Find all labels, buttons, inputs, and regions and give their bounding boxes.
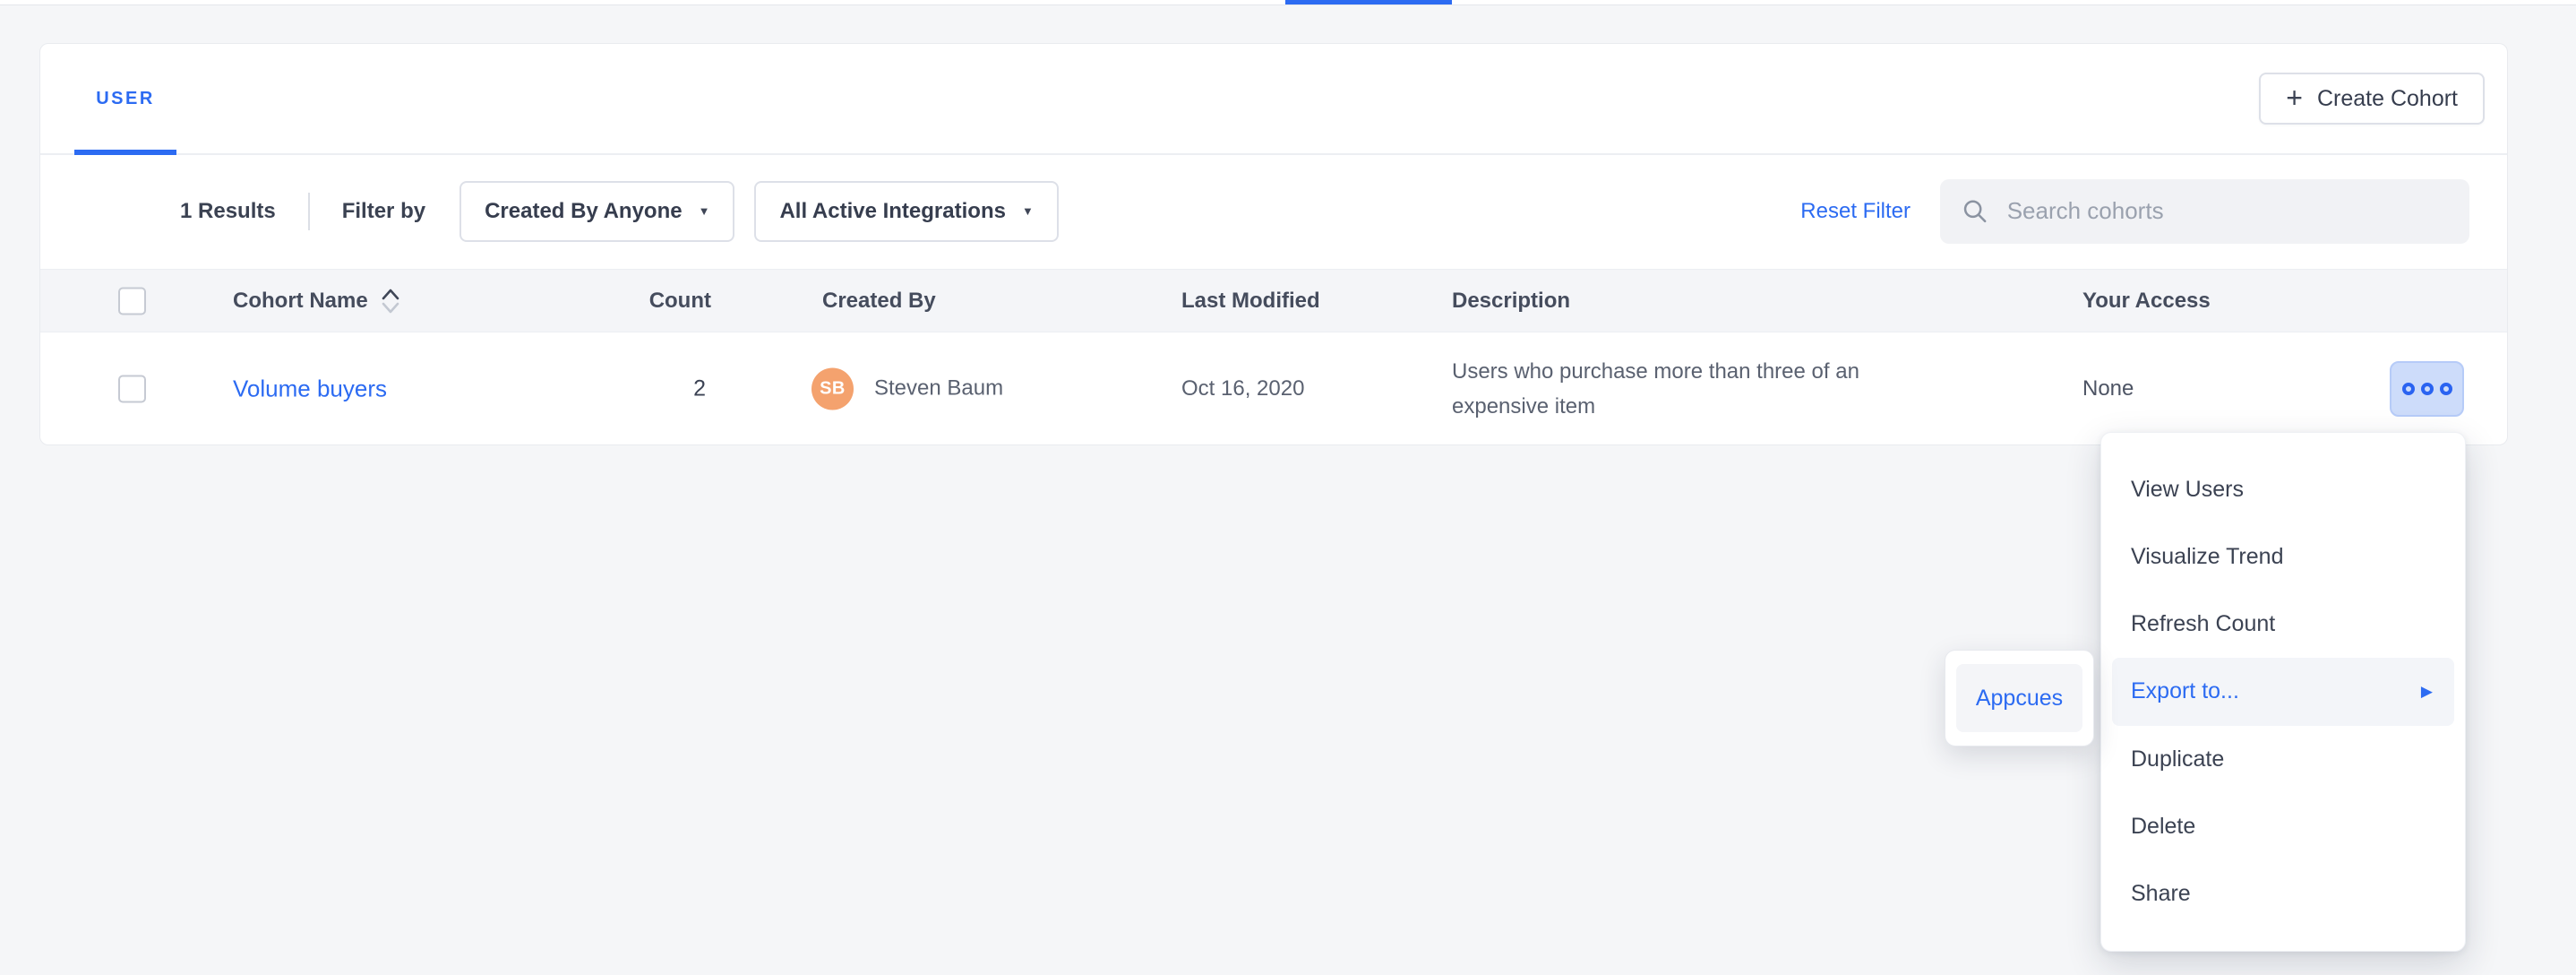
your-access-cell: None [2082,376,2134,401]
column-header-count: Count [506,289,711,314]
reset-filter-link[interactable]: Reset Filter [1800,199,1911,224]
filter-by-label: Filter by [342,199,425,224]
results-count: 1 Results [180,199,276,224]
menu-item-export-to[interactable]: Export to... ▶ [2112,658,2454,725]
select-all-checkbox[interactable] [118,287,146,315]
cohort-name-link[interactable]: Volume buyers [233,375,387,402]
created-by-name: Steven Baum [874,376,1003,401]
created-by-cell: SB Steven Baum [811,367,1003,410]
description-line: expensive item [1452,389,1980,424]
column-header-last-modified: Last Modified [1181,289,1320,314]
top-nav-strip [0,0,2576,5]
active-nav-tab-indicator [1285,0,1452,4]
sort-icon[interactable] [381,287,400,315]
menu-item-view-users[interactable]: View Users [2101,456,2465,523]
last-modified-cell: Oct 16, 2020 [1181,376,1304,401]
search-box [1940,179,2469,244]
description-cell: Users who purchase more than three of an… [1452,354,1980,424]
menu-item-duplicate[interactable]: Duplicate [2101,726,2465,793]
integrations-dropdown-label: All Active Integrations [779,199,1006,224]
submenu-item-appcues[interactable]: Appcues [1956,664,2082,732]
caret-down-icon: ▼ [699,204,710,218]
column-header-your-access: Your Access [2082,289,2211,314]
description-line: Users who purchase more than three of an [1452,354,1980,389]
table-header-row: Cohort Name Count Created By Last Modifi… [40,269,2507,332]
cohorts-page: USER + Create Cohort 1 Results Filter by… [0,0,2576,975]
avatar: SB [811,367,854,410]
created-by-dropdown[interactable]: Created By Anyone ▼ [459,181,734,242]
row-checkbox[interactable] [118,375,146,402]
submenu-arrow-icon: ▶ [2421,683,2433,701]
column-header-description: Description [1452,289,1570,314]
cohorts-card: USER + Create Cohort 1 Results Filter by… [39,43,2508,445]
created-by-dropdown-label: Created By Anyone [485,199,683,224]
menu-item-share[interactable]: Share [2101,860,2465,928]
column-header-cohort-name[interactable]: Cohort Name [233,287,400,315]
search-icon [1962,196,1989,227]
row-actions-button[interactable] [2390,361,2464,417]
create-cohort-label: Create Cohort [2317,86,2458,112]
filter-bar: 1 Results Filter by Created By Anyone ▼ … [40,153,2507,269]
row-context-menu: View Users Visualize Trend Refresh Count… [2100,432,2466,952]
tab-user[interactable]: USER [74,44,176,153]
integrations-dropdown[interactable]: All Active Integrations ▼ [754,181,1058,242]
table-row: Volume buyers 2 SB Steven Baum Oct 16, 2… [40,332,2507,444]
search-input[interactable] [2005,196,2448,226]
count-cell: 2 [506,375,706,401]
vertical-divider [308,193,310,230]
menu-item-delete[interactable]: Delete [2101,793,2465,860]
cohort-name-header-label: Cohort Name [233,289,368,314]
export-submenu: Appcues [1945,650,2094,746]
ellipsis-icon [2402,383,2452,395]
tab-bar: USER + Create Cohort [40,44,2507,155]
column-header-created-by: Created By [822,289,936,314]
caret-down-icon: ▼ [1022,204,1034,218]
menu-item-visualize-trend[interactable]: Visualize Trend [2101,523,2465,591]
export-to-label: Export to... [2131,678,2239,704]
create-cohort-button[interactable]: + Create Cohort [2259,73,2485,125]
menu-item-refresh-count[interactable]: Refresh Count [2101,591,2465,658]
plus-icon: + [2286,83,2303,112]
